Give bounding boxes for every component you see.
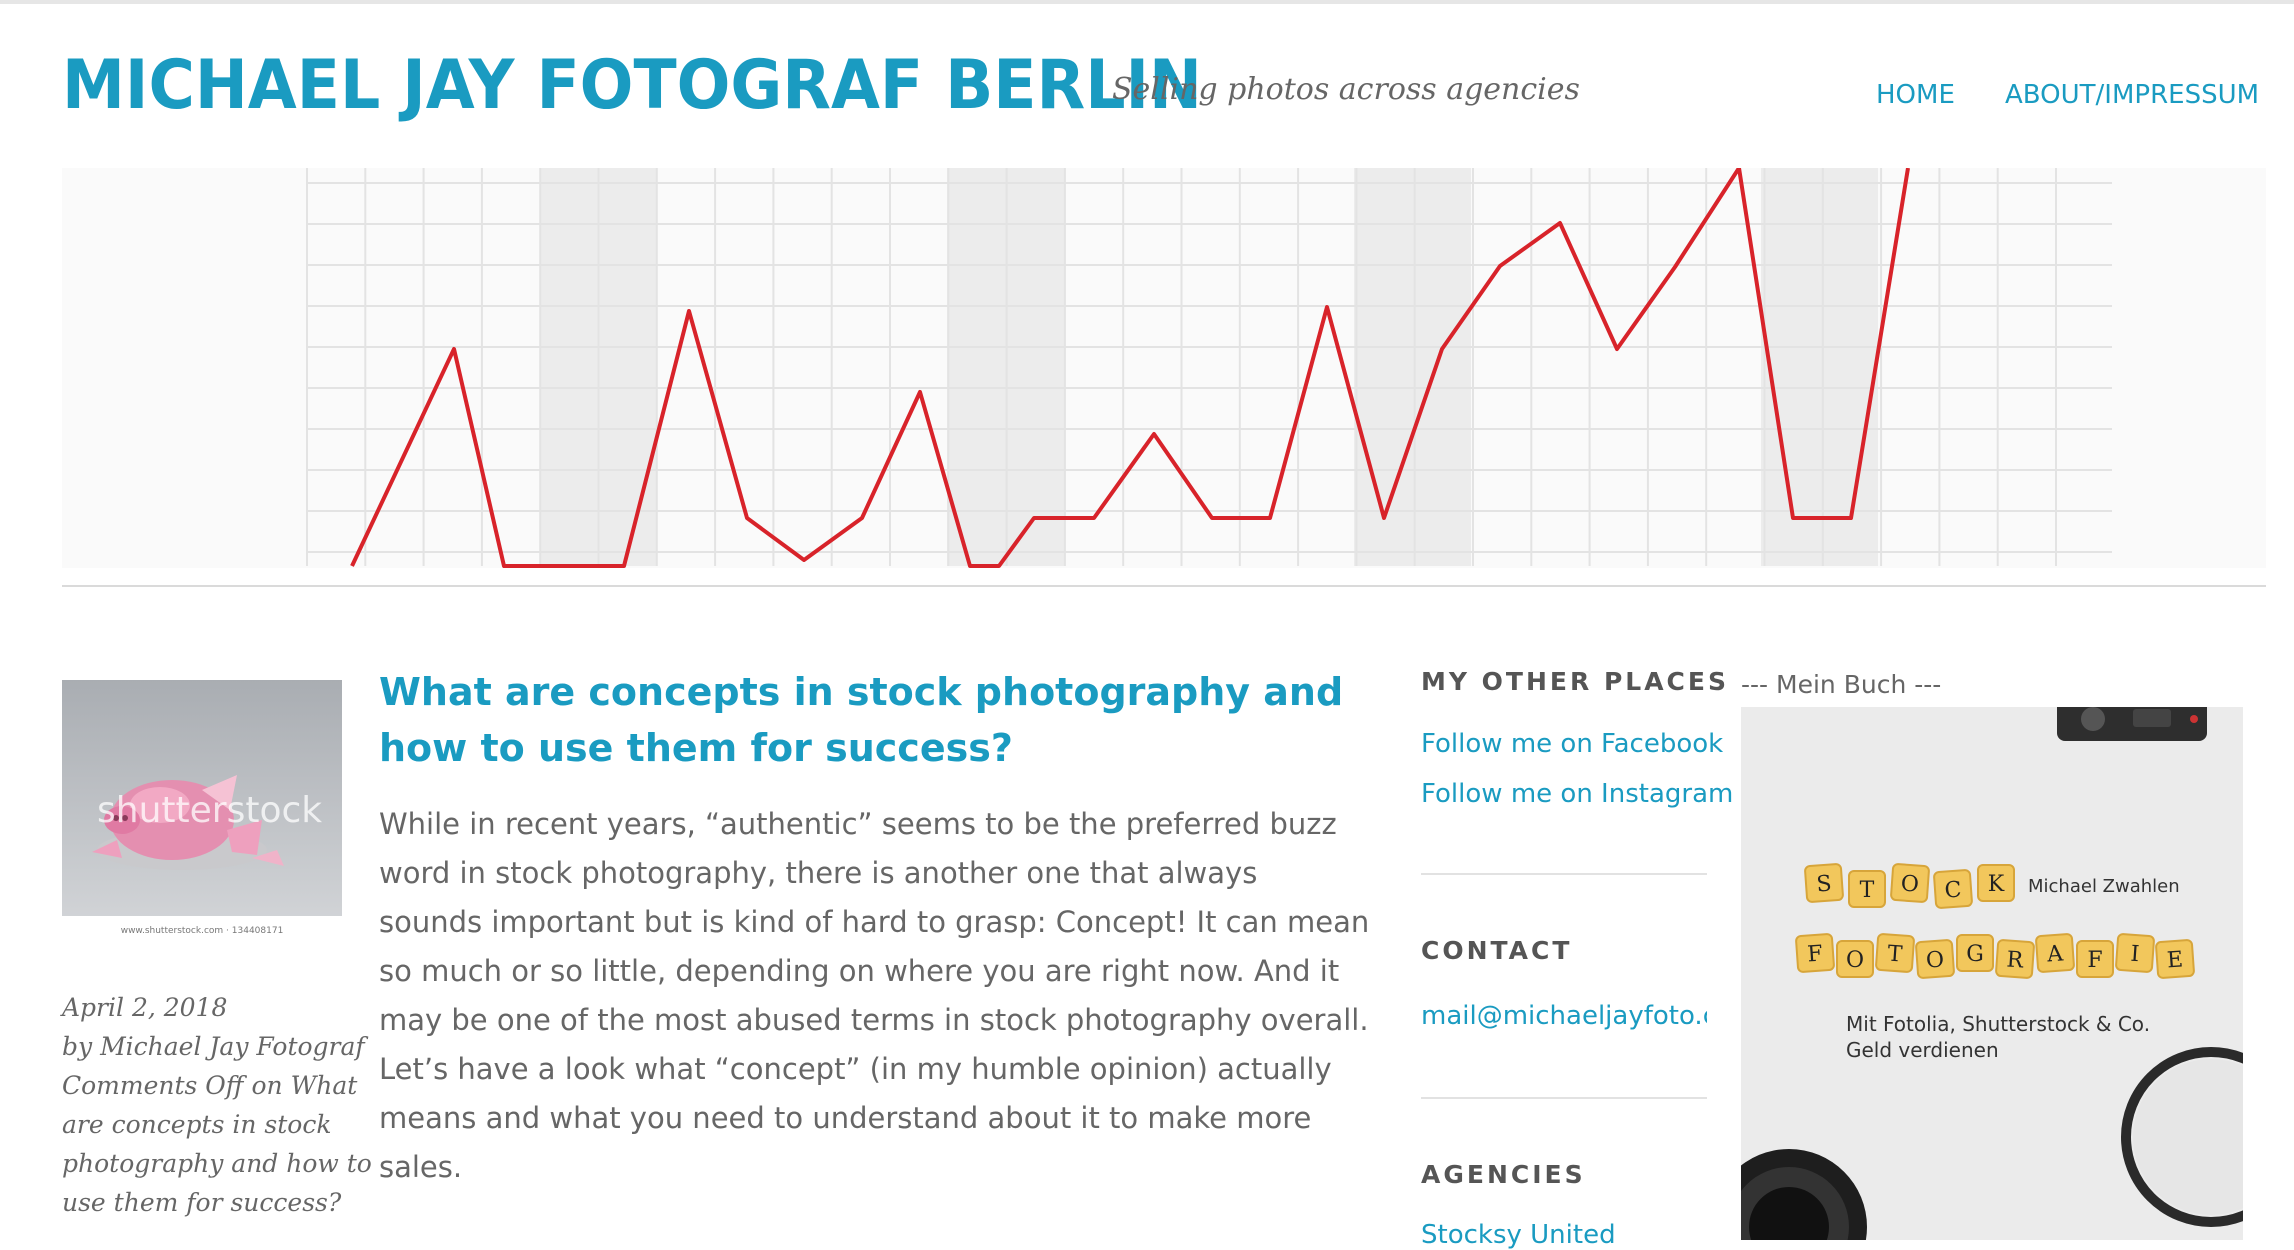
site-tagline: Selling photos across agencies [1112,72,1580,107]
svg-text:A: A [2045,941,2065,967]
letter-tile: A [2035,933,2075,973]
letter-tile: K [1977,864,2015,902]
agency-link-stocksy[interactable]: Stocksy United [1421,1220,1616,1250]
widget-divider [1421,873,1707,875]
post-meta: April 2, 2018 by Michael Jay Fotograf Co… [62,988,372,1222]
svg-text:I: I [2130,942,2140,968]
book-subtitle-line: Geld verdienen [1846,1038,1999,1062]
nav-home-link[interactable]: HOME [1876,80,1955,110]
contact-email-link[interactable]: mail@michaeljayfoto.com [1421,1001,1707,1031]
thumbnail-caption: www.shutterstock.com · 134408171 [121,926,284,936]
post-thumbnail[interactable]: shutterstock www.shutterstock.com · 1344… [62,680,342,942]
post-title-line[interactable]: What are concepts in stock photography a… [379,664,1343,720]
excerpt-line: word in stock photography, there is anot… [379,856,1258,890]
letter-tile: O [1915,939,1955,979]
post-author[interactable]: by Michael Jay Fotograf [62,1027,365,1066]
facebook-link[interactable]: Follow me on Facebook [1421,729,1723,759]
svg-text:T: T [1887,942,1904,968]
post-title-line[interactable]: how to use them for success? [379,720,1339,776]
top-border [0,0,2294,4]
excerpt-line: so much or so little, depending on where… [379,954,1340,988]
widget-title-agencies: AGENCIES [1421,1160,1586,1189]
post-comments: Comments Off on What [62,1071,358,1100]
letter-tile: T [1875,933,1915,973]
svg-text:C: C [1944,877,1963,903]
letter-tile: S [1804,863,1844,903]
excerpt-line: Let’s have a look what “concept” (in my … [379,1052,1332,1086]
letter-tile: R [1995,939,2035,979]
svg-text:E: E [2166,947,2184,973]
post-comments: are concepts in stock [62,1110,332,1139]
letter-tile: T [1848,870,1886,908]
svg-text:F: F [1807,941,1824,967]
letter-tile: F [1795,933,1835,973]
book-cover-image[interactable]: STOCK FOTOGRAFIE Michael Zwahlen Mit Fot… [1741,707,2243,1240]
svg-text:K: K [1988,872,2005,897]
instagram-link[interactable]: Follow me on Instagram [1421,779,1733,809]
svg-text:F: F [2087,948,2102,973]
svg-text:T: T [1860,878,1875,903]
letter-tile: O [1890,863,1930,903]
letter-tile: F [2076,940,2114,978]
excerpt-line: may be one of the most abused terms in s… [379,1003,1369,1037]
widget-title-other-places: MY OTHER PLACES [1421,667,1729,696]
widget-divider [1421,1097,1707,1099]
svg-text:O: O [1846,948,1864,973]
letter-tile: O [1836,940,1874,978]
post-title-link[interactable]: What are concepts in stock photography a… [379,664,1343,776]
letter-tile: E [2155,939,2195,979]
book-subtitle-line: Mit Fotolia, Shutterstock & Co. [1846,1012,2150,1036]
book-label: --- Mein Buch --- [1741,670,1942,699]
svg-text:S: S [1816,872,1833,898]
letter-tile: C [1933,869,1973,909]
letter-tile: I [2115,933,2155,973]
header-graph-image [62,168,2266,568]
svg-text:R: R [2006,947,2026,973]
site-title[interactable]: MICHAEL JAY FOTOGRAF BERLIN [62,44,1202,128]
letter-tile: G [1956,934,1994,972]
header-divider [62,585,2266,587]
excerpt-line: means and what you need to understand ab… [379,1101,1312,1135]
book-author: Michael Zwahlen [2028,876,2180,897]
excerpt-line: While in recent years, “authentic” seems… [379,807,1337,841]
post-excerpt: While in recent years, “authentic” seems… [379,800,1370,1192]
thumbnail-watermark: shutterstock [97,790,322,831]
post-date[interactable]: April 2, 2018 [62,988,362,1027]
excerpt-line: sounds important but is kind of hard to … [379,905,1370,939]
svg-text:G: G [1966,942,1984,967]
excerpt-line: sales. [379,1150,463,1184]
post-comments: use them for success? [62,1188,342,1217]
svg-text:O: O [1925,947,1945,973]
nav-about-link[interactable]: ABOUT/IMPRESSUM [2005,80,2259,110]
svg-text:O: O [1900,871,1920,897]
widget-title-contact: CONTACT [1421,936,1573,965]
post-comments: photography and how to [62,1149,372,1178]
